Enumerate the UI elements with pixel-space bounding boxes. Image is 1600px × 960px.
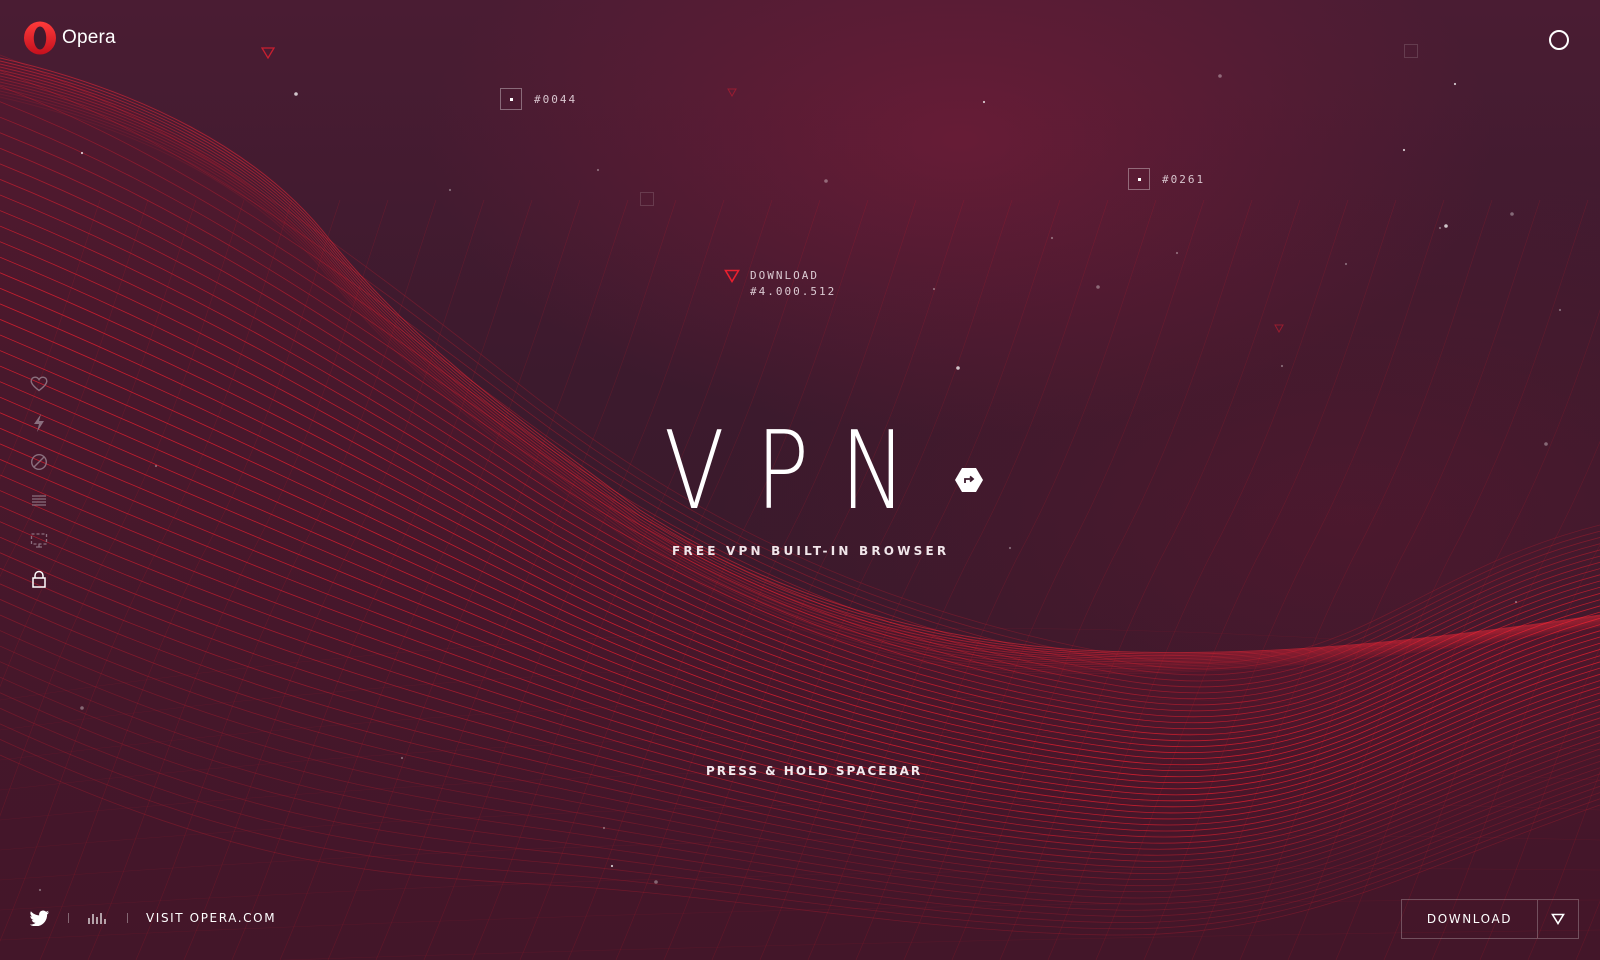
screen-icon[interactable] xyxy=(29,530,49,550)
faded-marker xyxy=(640,192,654,206)
logo-text: Opera xyxy=(62,27,116,48)
download-counter-value: #4.000.512 xyxy=(750,285,837,298)
download-button[interactable]: DOWNLOAD xyxy=(1401,899,1579,939)
hero-subtitle: FREE VPN BUILT-IN BROWSER xyxy=(672,544,950,558)
download-triangle-icon xyxy=(724,269,740,283)
marker-box-icon xyxy=(1128,168,1150,190)
download-button-label: DOWNLOAD xyxy=(1426,912,1513,926)
hero-title: VPN xyxy=(664,409,938,534)
triangle-marker-icon xyxy=(261,47,275,59)
divider xyxy=(127,913,128,923)
footer-links: VISIT OPERA.COM xyxy=(30,910,276,926)
faded-marker-box-icon xyxy=(640,192,654,206)
location-marker[interactable]: #0261 xyxy=(1128,168,1205,190)
share-arrow-icon[interactable] xyxy=(955,466,983,494)
marker-label: #0261 xyxy=(1162,172,1206,186)
spacebar-hint: PRESS & HOLD SPACEBAR xyxy=(706,764,923,778)
faded-marker-box-icon xyxy=(1404,44,1418,58)
menu-button[interactable] xyxy=(1549,30,1569,50)
twitter-icon[interactable] xyxy=(30,910,50,926)
triangle-marker-icon xyxy=(727,88,737,97)
sound-bars-icon[interactable] xyxy=(87,911,109,925)
block-icon[interactable] xyxy=(29,452,49,472)
heart-icon[interactable] xyxy=(29,374,49,394)
divider xyxy=(68,913,69,923)
list-icon[interactable] xyxy=(29,491,49,511)
download-triangle-icon xyxy=(1537,900,1578,938)
lock-icon[interactable] xyxy=(29,569,49,589)
marker-label: #0044 xyxy=(534,92,578,106)
feature-sidebar xyxy=(29,374,49,589)
download-counter-label: DOWNLOAD xyxy=(750,269,819,282)
visit-opera-link[interactable]: VISIT OPERA.COM xyxy=(146,911,276,925)
page: Opera #0044 #0261 DOWNLOAD #4.000.512 VP… xyxy=(0,0,1600,960)
lightning-icon[interactable] xyxy=(29,413,49,433)
download-counter: DOWNLOAD #4.000.512 xyxy=(724,268,836,300)
opera-logo[interactable]: Opera xyxy=(22,20,116,56)
faded-marker xyxy=(1404,44,1418,58)
opera-o-icon xyxy=(24,21,56,55)
triangle-marker-icon xyxy=(1274,324,1284,333)
location-marker[interactable]: #0044 xyxy=(500,88,577,110)
marker-box-icon xyxy=(500,88,522,110)
